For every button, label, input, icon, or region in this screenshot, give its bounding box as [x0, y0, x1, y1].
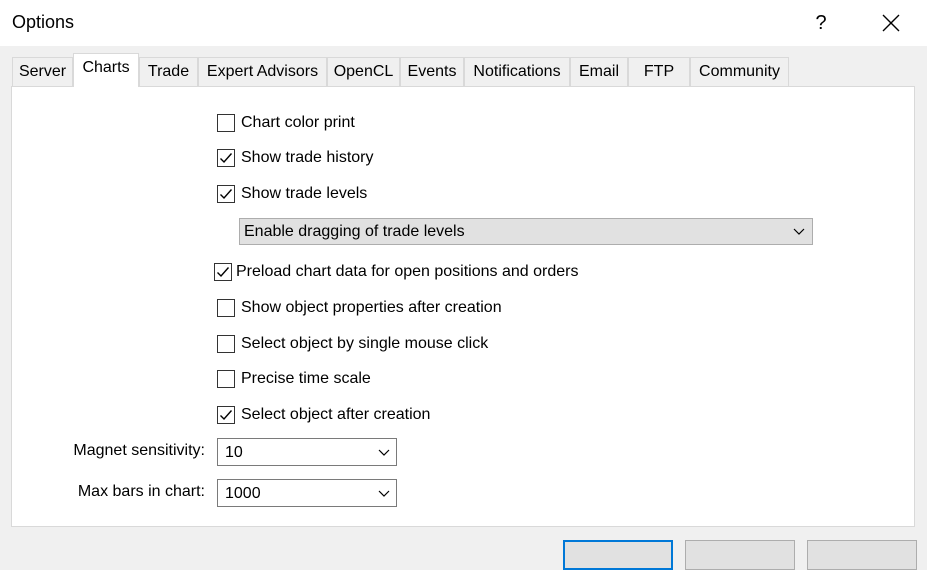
option-label: Select object after creation: [241, 406, 431, 423]
dropdown-value: Enable dragging of trade levels: [244, 223, 465, 240]
option-label: Preload chart data for open positions an…: [236, 263, 579, 280]
tab-charts[interactable]: Charts: [73, 53, 139, 87]
checkbox[interactable]: [217, 185, 235, 203]
tab-community[interactable]: Community: [690, 57, 789, 86]
chevron-down-icon: [378, 449, 390, 456]
chevron-down-icon: [378, 490, 390, 497]
checkbox[interactable]: [217, 335, 235, 353]
ok-button[interactable]: [563, 540, 673, 570]
title-bar: Options ?: [0, 0, 927, 46]
tab-opencl[interactable]: OpenCL: [327, 57, 400, 86]
option-select-after-creation[interactable]: Select object after creation: [217, 404, 430, 426]
max-bars-label: Max bars in chart:: [77, 483, 205, 500]
close-icon: [882, 14, 900, 32]
magnet-sensitivity-label: Magnet sensitivity:: [73, 442, 205, 459]
option-chart-color-print[interactable]: Chart color print: [217, 112, 355, 134]
option-label: Select object by single mouse click: [241, 335, 489, 352]
option-show-trade-levels[interactable]: Show trade levels: [217, 183, 367, 205]
help-dialog-button[interactable]: [807, 540, 917, 570]
select-value: 10: [225, 444, 243, 461]
option-select-by-single-click[interactable]: Select object by single mouse click: [217, 333, 488, 355]
close-button[interactable]: [868, 4, 914, 42]
checkbox[interactable]: [217, 114, 235, 132]
max-bars-select[interactable]: 1000: [217, 479, 397, 507]
option-show-object-properties[interactable]: Show object properties after creation: [217, 297, 502, 319]
tab-ftp[interactable]: FTP: [628, 57, 690, 86]
option-label: Show trade levels: [241, 185, 368, 202]
checkbox[interactable]: [217, 149, 235, 167]
window-title: Options: [12, 12, 75, 32]
tab-events[interactable]: Events: [400, 57, 464, 86]
checkmark-icon: [220, 189, 233, 200]
checkmark-icon: [220, 153, 233, 164]
option-label: Show trade history: [241, 149, 374, 166]
tab-email[interactable]: Email: [570, 57, 628, 86]
checkbox[interactable]: [217, 370, 235, 388]
option-show-trade-history[interactable]: Show trade history: [217, 147, 374, 169]
checkmark-icon: [217, 267, 230, 278]
option-label: Chart color print: [241, 114, 355, 131]
checkbox[interactable]: [214, 263, 232, 281]
chevron-down-icon: [793, 228, 805, 235]
tab-server[interactable]: Server: [12, 57, 73, 86]
tab-trade[interactable]: Trade: [139, 57, 198, 86]
option-label: Show object properties after creation: [241, 299, 502, 316]
option-precise-time-scale[interactable]: Precise time scale: [217, 368, 371, 390]
option-preload-chart-data[interactable]: Preload chart data for open positions an…: [214, 261, 578, 283]
tab-expert-advisors[interactable]: Expert Advisors: [198, 57, 327, 86]
select-value: 1000: [225, 485, 261, 502]
tab-notifications[interactable]: Notifications: [464, 57, 570, 86]
cancel-button[interactable]: [685, 540, 795, 570]
checkbox[interactable]: [217, 299, 235, 317]
checkbox[interactable]: [217, 406, 235, 424]
magnet-sensitivity-select[interactable]: 10: [217, 438, 397, 466]
option-label: Precise time scale: [241, 370, 371, 387]
help-button[interactable]: ?: [798, 4, 844, 42]
checkmark-icon: [220, 410, 233, 421]
trade-levels-dropdown[interactable]: Enable dragging of trade levels: [239, 218, 813, 245]
